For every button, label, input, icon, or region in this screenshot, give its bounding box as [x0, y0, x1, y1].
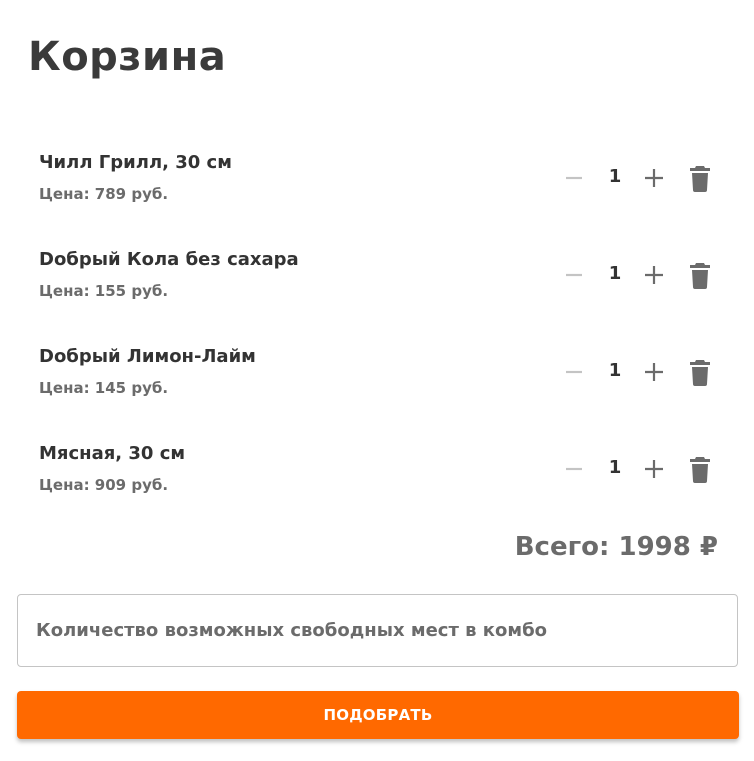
decrease-button[interactable]	[556, 354, 592, 390]
cart-list: Чилл Грилл, 30 см Цена: 789 руб. 1 Dобры…	[0, 130, 754, 518]
item-price: Цена: 145 руб.	[39, 379, 169, 397]
item-price: Цена: 909 руб.	[39, 476, 169, 494]
quantity-value: 1	[608, 360, 622, 381]
item-price: Цена: 789 руб.	[39, 185, 169, 203]
increase-button[interactable]	[636, 354, 672, 390]
trash-icon	[690, 457, 710, 483]
item-name: Dобрый Лимон-Лайм	[39, 346, 256, 367]
quantity-stepper: 1	[556, 354, 726, 390]
item-price: Цена: 155 руб.	[39, 282, 169, 300]
cart-total: Всего: 1998 ₽	[514, 532, 718, 562]
cart-item: Dобрый Кола без сахара Цена: 155 руб. 1	[0, 227, 754, 324]
cart-item: Dобрый Лимон-Лайм Цена: 145 руб. 1	[0, 324, 754, 421]
delete-button[interactable]	[682, 160, 718, 196]
quantity-stepper: 1	[556, 160, 726, 196]
plus-icon	[645, 363, 663, 381]
minus-icon	[566, 176, 582, 180]
delete-button[interactable]	[682, 257, 718, 293]
quantity-stepper: 1	[556, 451, 726, 487]
decrease-button[interactable]	[556, 451, 592, 487]
submit-button[interactable]: ПОДОБРАТЬ	[17, 691, 739, 739]
plus-icon	[645, 169, 663, 187]
minus-icon	[566, 370, 582, 374]
increase-button[interactable]	[636, 451, 672, 487]
decrease-button[interactable]	[556, 160, 592, 196]
trash-icon	[690, 263, 710, 289]
delete-button[interactable]	[682, 451, 718, 487]
plus-icon	[645, 266, 663, 284]
increase-button[interactable]	[636, 257, 672, 293]
quantity-value: 1	[608, 263, 622, 284]
quantity-value: 1	[608, 457, 622, 478]
trash-icon	[690, 166, 710, 192]
cart-item: Чилл Грилл, 30 см Цена: 789 руб. 1	[0, 130, 754, 227]
quantity-value: 1	[608, 166, 622, 187]
plus-icon	[645, 460, 663, 478]
item-name: Чилл Грилл, 30 см	[39, 152, 232, 173]
minus-icon	[566, 467, 582, 471]
delete-button[interactable]	[682, 354, 718, 390]
cart-item: Мясная, 30 см Цена: 909 руб. 1	[0, 421, 754, 518]
increase-button[interactable]	[636, 160, 672, 196]
minus-icon	[566, 273, 582, 277]
item-name: Dобрый Кола без сахара	[39, 249, 299, 270]
decrease-button[interactable]	[556, 257, 592, 293]
page-title: Корзина	[28, 34, 227, 80]
quantity-stepper: 1	[556, 257, 726, 293]
item-name: Мясная, 30 см	[39, 443, 186, 464]
combo-seats-field	[17, 594, 738, 667]
trash-icon	[690, 360, 710, 386]
combo-seats-input[interactable]	[36, 595, 716, 666]
